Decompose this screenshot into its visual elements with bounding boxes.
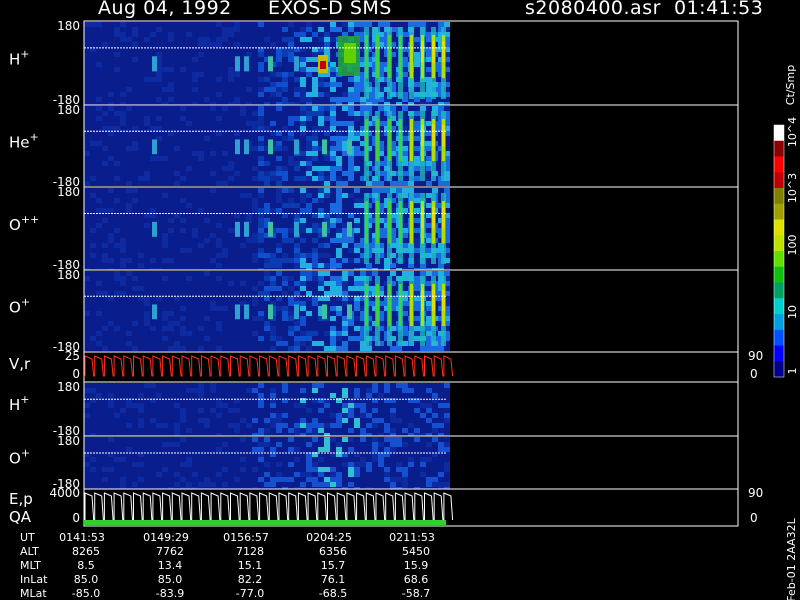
colorbar-segment: [774, 282, 784, 299]
tick-top-2: 180: [57, 185, 80, 199]
colorbar-segment: [774, 188, 784, 205]
ephem-value: 15.1: [238, 559, 263, 572]
right-tick-bottom-4: 0: [750, 367, 758, 381]
ephem-label-ut: UT: [20, 531, 35, 544]
right-tick-top-7: 90: [748, 486, 763, 500]
heatmap-cells-6: [84, 437, 450, 492]
colorbar-tick-2: 100: [786, 235, 799, 256]
panel-label-0: H+: [9, 48, 30, 69]
colorbar-tick-4: 10^4: [786, 117, 799, 147]
heatmap-cells-1: [84, 106, 450, 186]
left-tick-bottom-4: 0: [72, 367, 80, 381]
panel-label-5: H+: [9, 393, 30, 414]
ephem-label-mlt: MLT: [20, 559, 41, 572]
panel-label-1: He+: [9, 131, 39, 152]
heatmap-cells-5: [84, 383, 450, 438]
ephem-label-mlat: MLat: [20, 587, 47, 600]
colorbar-segment: [774, 140, 784, 157]
colorbar-tick-0: 1: [786, 368, 799, 375]
right-tick-bottom-7: 0: [750, 511, 758, 525]
colorbar-segment: [774, 251, 784, 268]
ephem-value: 7128: [236, 545, 264, 558]
colorbar-segment: [774, 298, 784, 315]
tick-top-5: 180: [57, 380, 80, 394]
tick-top-3: 180: [57, 268, 80, 282]
sms-plot: Aug 04, 1992 EXOS-D SMS s2080400.asr 01:…: [0, 0, 800, 600]
ephem-value: -77.0: [236, 587, 264, 600]
ephem-value: 8265: [72, 545, 100, 558]
panel-label-qa: QA: [9, 508, 32, 526]
tick-top-1: 180: [57, 103, 80, 117]
ephem-value: 76.1: [321, 573, 346, 586]
ephem-value: 13.4: [158, 559, 183, 572]
ephem-value: -58.7: [402, 587, 430, 600]
ephem-value: 6356: [319, 545, 347, 558]
colorbar-tick-1: 10: [786, 305, 799, 319]
panel-label-2: O++: [9, 213, 39, 234]
tick-top-6: 180: [57, 434, 80, 448]
colorbar-segment: [774, 361, 784, 378]
ephem-label-alt: ALT: [20, 545, 39, 558]
colorbar-segment: [774, 203, 784, 220]
heatmap-cells-3: [84, 271, 450, 351]
ephem-label-inlat: InLat: [20, 573, 48, 586]
left-tick-bottom-7: 0: [72, 511, 80, 525]
colorbar-segment: [774, 235, 784, 252]
ephem-value: -85.0: [72, 587, 100, 600]
ephem-value: 0141:53: [59, 531, 105, 544]
heatmap-cells-0: [84, 22, 450, 107]
qa-bar: [84, 520, 446, 525]
ephem-value: 7762: [156, 545, 184, 558]
ephem-value: 15.7: [321, 559, 346, 572]
ephem-value: -68.5: [319, 587, 347, 600]
right-tick-top-4: 90: [748, 349, 763, 363]
ephem-value: 0149:29: [143, 531, 189, 544]
colorbar-segment: [774, 219, 784, 236]
colorbar-segment: [774, 156, 784, 173]
panels-svg: 180-180H+180-180He+180-180O++180-180O+25…: [9, 19, 799, 600]
ephem-value: 0211:53: [389, 531, 435, 544]
heatmap-cells-2: [84, 188, 450, 273]
colorbar-tick-3: 10^3: [786, 173, 799, 203]
colorbar-segment: [774, 329, 784, 346]
ephem-value: 0204:25: [306, 531, 352, 544]
panel-label-7: E,p: [9, 490, 33, 508]
colorbar-segment: [774, 345, 784, 362]
ephem-value: 68.6: [404, 573, 429, 586]
ephem-value: 82.2: [238, 573, 263, 586]
tick-top-0: 180: [57, 19, 80, 33]
ephem-value: 0156:57: [223, 531, 269, 544]
ephem-value: 5450: [402, 545, 430, 558]
ephem-value: 85.0: [158, 573, 183, 586]
panel-label-4: V,r: [9, 355, 31, 373]
left-tick-top-7: 4000: [49, 486, 80, 500]
ephem-value: -83.9: [156, 587, 184, 600]
footer-id: Feb-01 2AA32L: [785, 517, 798, 600]
left-tick-top-4: 25: [65, 349, 80, 363]
ephem-value: 85.0: [74, 573, 99, 586]
ephem-value: 15.9: [404, 559, 429, 572]
panel-label-3: O+: [9, 296, 30, 317]
colorbar-title: Ct/Smp: [784, 65, 797, 105]
colorbar-segment: [774, 314, 784, 331]
colorbar-segment: [774, 172, 784, 189]
ephem-value: 8.5: [77, 559, 95, 572]
panel-label-6: O+: [9, 447, 30, 468]
colorbar-segment: [774, 266, 784, 283]
colorbar-segment: [774, 125, 784, 142]
